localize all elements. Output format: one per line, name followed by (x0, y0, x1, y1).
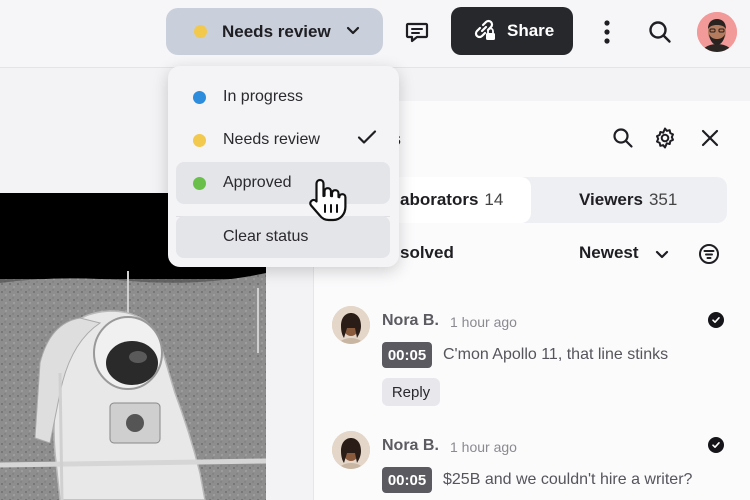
status-label: Needs review (222, 21, 331, 41)
gear-icon[interactable] (652, 125, 678, 151)
commenter-avatar (332, 306, 370, 344)
comment-time: 1 hour ago (450, 314, 517, 330)
close-icon[interactable] (697, 125, 723, 151)
tab-label: Viewers (579, 190, 643, 209)
comment-timestamp[interactable]: 00:05 (382, 467, 432, 493)
tab-viewers[interactable]: Viewers 351 (579, 190, 677, 210)
checkmark-icon (357, 129, 377, 150)
resolved-check-icon[interactable] (708, 437, 724, 453)
filter-icon[interactable] (696, 241, 722, 267)
sort-dropdown[interactable]: Newest (579, 243, 639, 263)
user-avatar[interactable] (697, 12, 737, 52)
status-dropdown-button[interactable]: Needs review (166, 8, 383, 55)
share-label: Share (507, 21, 555, 40)
more-options-icon[interactable] (595, 15, 619, 49)
resolved-filter[interactable]: solved (400, 243, 454, 263)
comment-author: Nora B. (382, 312, 439, 329)
commenter-avatar (332, 431, 370, 469)
chevron-down-icon[interactable] (654, 248, 670, 267)
link-lock-icon (471, 16, 497, 47)
status-dot (193, 91, 206, 104)
search-icon[interactable] (610, 125, 636, 151)
menu-item-label: In progress (223, 88, 304, 105)
menu-item-label: Clear status (223, 228, 309, 245)
reply-button[interactable]: Reply (382, 378, 440, 406)
menu-item-label: Approved (223, 174, 292, 191)
menu-item-in-progress[interactable]: In progress (176, 76, 390, 118)
comment-text: $25B and we couldn't hire a writer? (443, 471, 693, 488)
share-button[interactable]: Share (451, 7, 573, 55)
status-dropdown-menu: In progress Needs review Approved Clear … (168, 66, 399, 267)
clear-status-button[interactable]: Clear status (176, 216, 390, 258)
chevron-down-icon (345, 23, 361, 44)
comment-timestamp[interactable]: 00:05 (382, 342, 432, 368)
comments-icon[interactable] (402, 17, 432, 47)
status-dot (194, 25, 207, 38)
menu-item-approved[interactable]: Approved (176, 162, 390, 204)
resolved-check-icon[interactable] (708, 312, 724, 328)
menu-item-label: Needs review (223, 131, 320, 148)
comment-time: 1 hour ago (450, 439, 517, 455)
status-dot (193, 177, 206, 190)
tab-count: 14 (484, 190, 504, 209)
comment-author: Nora B. (382, 437, 439, 454)
tab-collaborators-label[interactable]: aborators 14 (400, 190, 503, 210)
search-icon[interactable] (645, 17, 675, 47)
hand-pointer-icon (307, 176, 351, 229)
tab-count: 351 (648, 190, 678, 209)
status-dot (193, 134, 206, 147)
tab-label: aborators (400, 190, 479, 209)
top-toolbar: Needs review Share (0, 0, 750, 68)
comment-text: C'mon Apollo 11, that line stinks (443, 346, 669, 363)
